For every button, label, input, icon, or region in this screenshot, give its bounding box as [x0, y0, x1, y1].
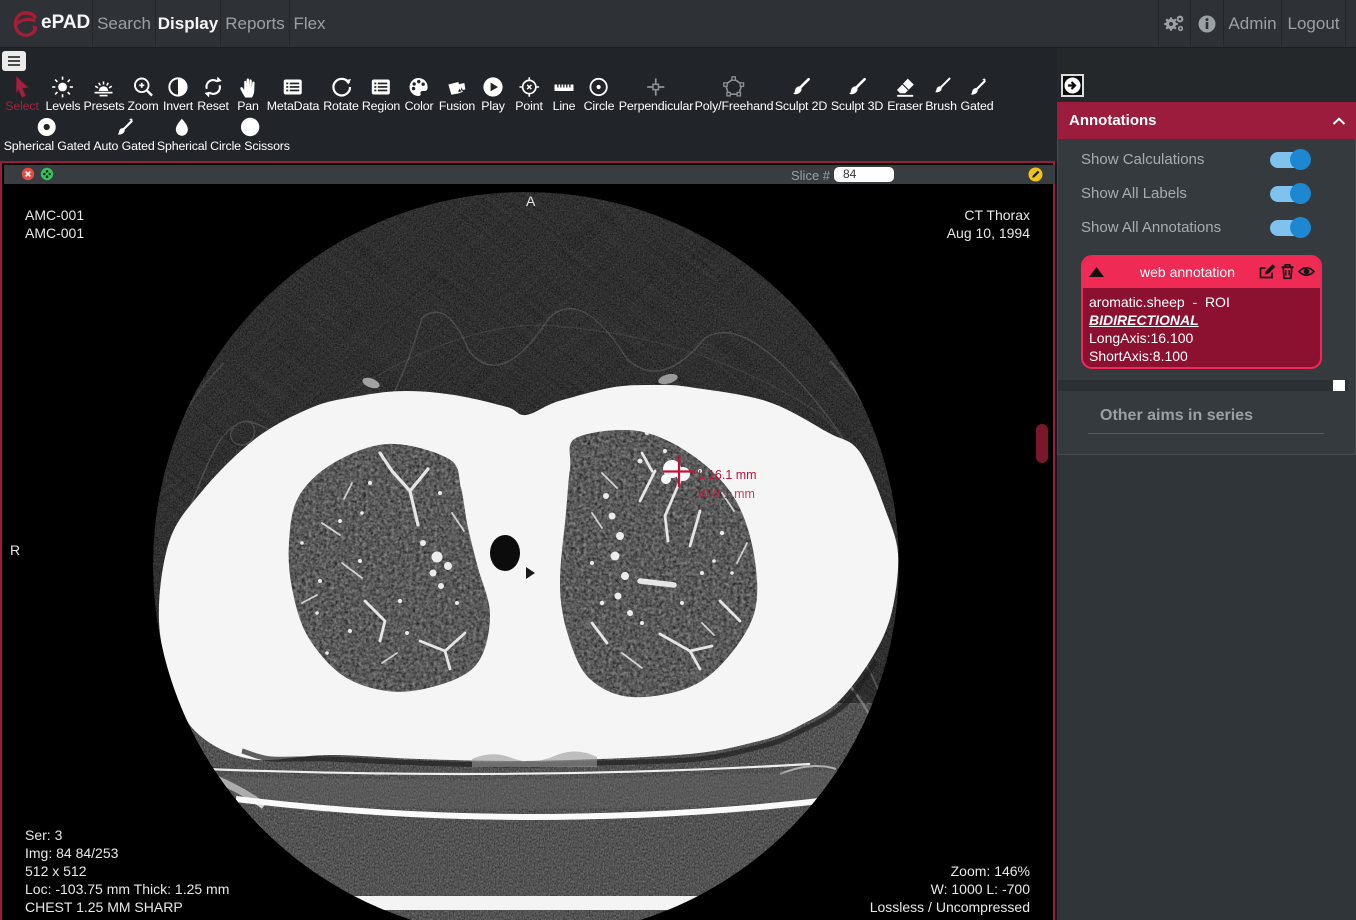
svg-text:L 16.1 mm: L 16.1 mm [698, 468, 757, 482]
svg-text:W 8.1 mm: W 8.1 mm [698, 487, 755, 501]
